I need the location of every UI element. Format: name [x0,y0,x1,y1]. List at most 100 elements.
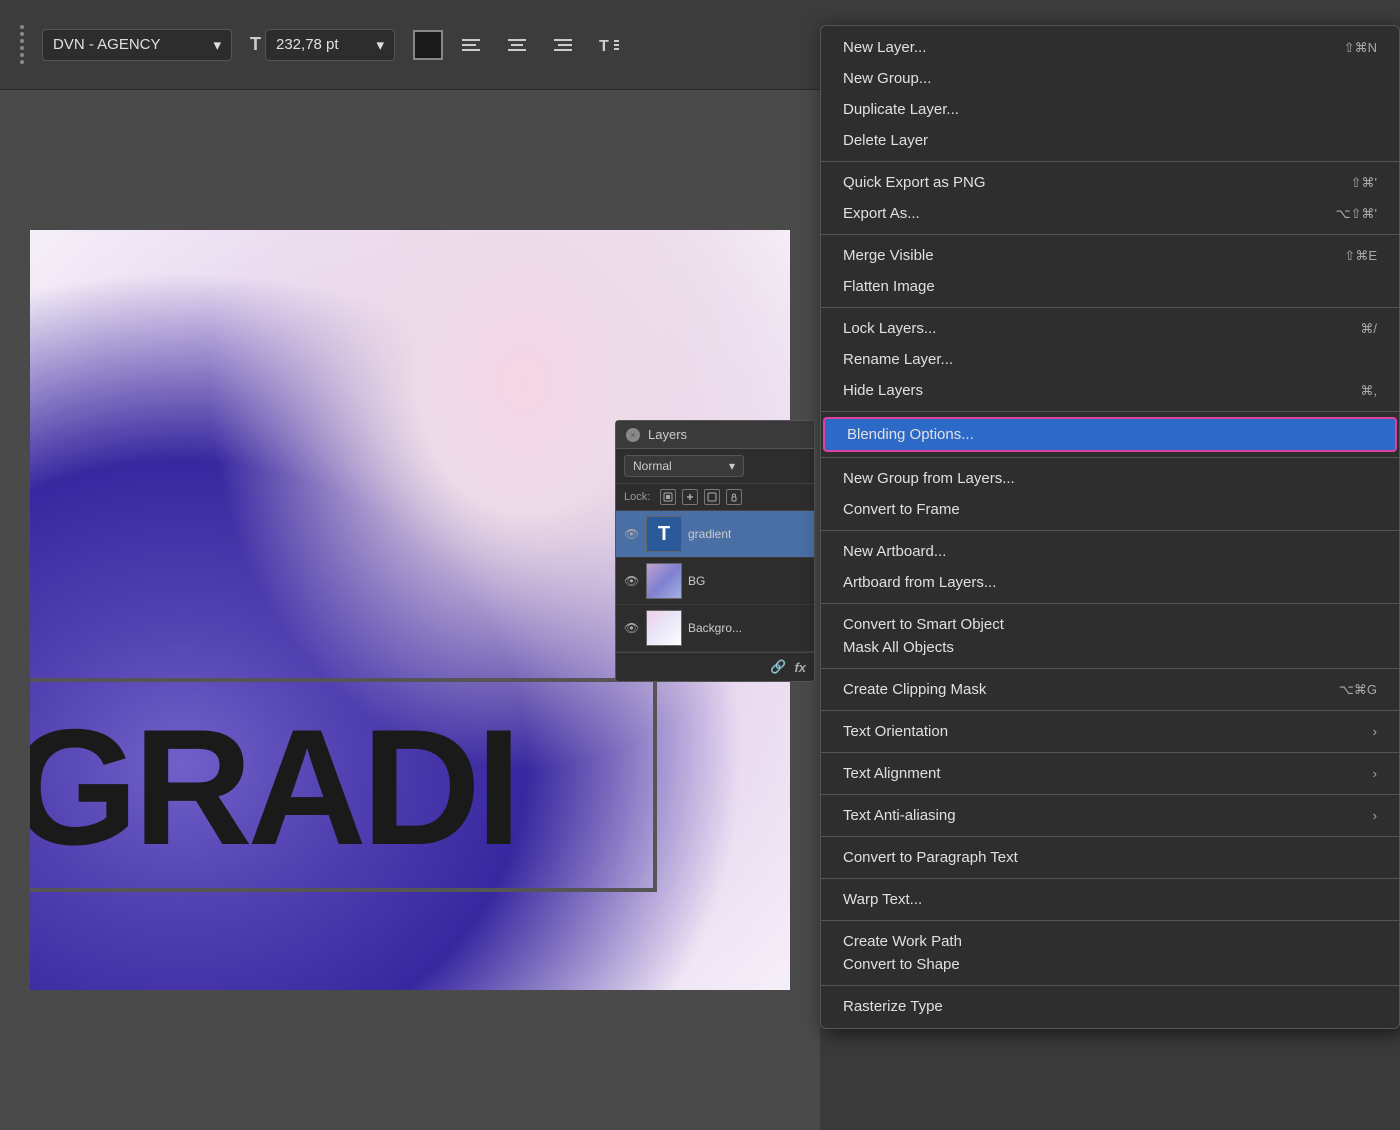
menu-item-merge-visible[interactable]: Merge Visible ⇧⌘E [821,240,1399,271]
link-icon[interactable]: 🔗 [770,659,786,675]
layer-item-gradient[interactable]: 👁 T gradient [616,511,814,558]
blend-mode-arrow: ▾ [729,459,735,473]
lock-all-button[interactable] [726,489,742,505]
type-settings-button[interactable]: T [591,27,627,63]
layer-visibility-background[interactable]: 👁 [624,621,640,635]
align-center-button[interactable] [499,27,535,63]
menu-arrow-text-orientation: › [1373,724,1377,739]
svg-text:T: T [599,38,609,55]
menu-shortcut-merge-visible: ⇧⌘E [1344,248,1377,264]
panel-close-button[interactable]: × [626,428,640,442]
menu-label-new-group: New Group... [843,70,931,87]
menu-label-blending-options: Blending Options... [847,426,974,443]
menu-label-convert-paragraph-text: Convert to Paragraph Text [843,849,1018,866]
menu-item-convert-to-shape[interactable]: Convert to Shape [821,953,1399,980]
menu-item-new-layer[interactable]: New Layer... ⇧⌘N [821,32,1399,63]
menu-item-hide-layers[interactable]: Hide Layers ⌘, [821,375,1399,406]
separator-1 [821,161,1399,162]
menu-item-lock-layers[interactable]: Lock Layers... ⌘/ [821,313,1399,344]
menu-item-warp-text[interactable]: Warp Text... [821,884,1399,915]
layers-panel-title: Layers [648,427,687,442]
layer-thumbnail-gradient: T [646,516,682,552]
canvas-text-wrapper: GRADI [30,705,790,870]
menu-item-convert-smart-object[interactable]: Convert to Smart Object [821,609,1399,636]
toolbar-grip [20,25,24,64]
menu-label-artboard-from-layers: Artboard from Layers... [843,574,996,591]
menu-item-new-group-from-layers[interactable]: New Group from Layers... [821,463,1399,494]
menu-item-quick-export[interactable]: Quick Export as PNG ⇧⌘' [821,167,1399,198]
separator-12 [821,836,1399,837]
menu-label-text-orientation: Text Orientation [843,723,948,740]
menu-item-rename-layer[interactable]: Rename Layer... [821,344,1399,375]
menu-item-convert-paragraph-text[interactable]: Convert to Paragraph Text [821,842,1399,873]
align-left-button[interactable] [453,27,489,63]
font-name-label: DVN - AGENCY [53,36,161,53]
separator-11 [821,794,1399,795]
menu-label-text-alignment: Text Alignment [843,765,941,782]
separator-14 [821,920,1399,921]
layers-bottom-row: 🔗 fx [616,652,814,681]
menu-label-new-artboard: New Artboard... [843,543,946,560]
separator-5 [821,457,1399,458]
menu-shortcut-clipping-mask: ⌥⌘G [1339,682,1377,698]
layer-visibility-gradient[interactable]: 👁 [624,527,640,541]
layer-item-bg[interactable]: 👁 BG [616,558,814,605]
separator-15 [821,985,1399,986]
context-menu: New Layer... ⇧⌘N New Group... Duplicate … [820,25,1400,1029]
layer-thumbnail-background [646,610,682,646]
menu-item-delete-layer[interactable]: Delete Layer [821,125,1399,156]
separator-8 [821,668,1399,669]
layer-thumb-bg2-preview [647,611,681,645]
separator-4 [821,411,1399,412]
font-select-arrow: ▾ [213,36,221,54]
menu-item-mask-all-objects[interactable]: Mask All Objects [821,636,1399,663]
menu-item-create-work-path[interactable]: Create Work Path [821,926,1399,953]
layer-name-background: Backgro... [688,621,742,635]
menu-arrow-text-antialiasing: › [1373,808,1377,823]
menu-item-text-orientation[interactable]: Text Orientation › [821,716,1399,747]
menu-item-text-alignment[interactable]: Text Alignment › [821,758,1399,789]
lock-transform-button[interactable] [704,489,720,505]
menu-item-duplicate-layer[interactable]: Duplicate Layer... [821,94,1399,125]
menu-shortcut-hide-layers: ⌘, [1360,383,1377,399]
menu-item-flatten-image[interactable]: Flatten Image [821,271,1399,302]
canvas-text: GRADI [30,705,790,870]
blend-mode-label: Normal [633,459,672,473]
menu-item-export-as[interactable]: Export As... ⌥⇧⌘' [821,198,1399,229]
menu-item-create-clipping-mask[interactable]: Create Clipping Mask ⌥⌘G [821,674,1399,705]
layer-item-background[interactable]: 👁 Backgro... [616,605,814,652]
menu-item-new-artboard[interactable]: New Artboard... [821,536,1399,567]
layer-name-gradient: gradient [688,527,731,541]
align-right-button[interactable] [545,27,581,63]
menu-label-rename-layer: Rename Layer... [843,351,953,368]
menu-item-blending-options[interactable]: Blending Options... [823,417,1397,452]
font-size-select[interactable]: 232,78 pt ▾ [265,29,395,61]
blend-mode-row: Normal ▾ [616,449,814,484]
layers-panel-header: × Layers [616,421,814,449]
font-size-arrow: ▾ [376,36,384,54]
menu-label-warp-text: Warp Text... [843,891,922,908]
font-size-label: 232,78 pt [276,36,339,53]
font-name-select[interactable]: DVN - AGENCY ▾ [42,29,232,61]
menu-item-new-group[interactable]: New Group... [821,63,1399,94]
menu-item-convert-to-frame[interactable]: Convert to Frame [821,494,1399,525]
menu-item-text-antialiasing[interactable]: Text Anti-aliasing › [821,800,1399,831]
menu-label-create-clipping-mask: Create Clipping Mask [843,681,986,698]
menu-label-rasterize-type: Rasterize Type [843,998,943,1015]
layer-thumb-t-icon: T [647,517,681,551]
lock-pixels-button[interactable] [660,489,676,505]
separator-2 [821,234,1399,235]
layer-visibility-bg[interactable]: 👁 [624,574,640,588]
menu-label-flatten-image: Flatten Image [843,278,935,295]
color-swatch[interactable] [413,30,443,60]
menu-shortcut-quick-export: ⇧⌘' [1351,175,1377,191]
menu-label-lock-layers: Lock Layers... [843,320,936,337]
lock-position-button[interactable] [682,489,698,505]
separator-13 [821,878,1399,879]
layer-thumbnail-bg [646,563,682,599]
fx-icon[interactable]: fx [794,660,806,675]
blend-mode-select[interactable]: Normal ▾ [624,455,744,477]
menu-item-artboard-from-layers[interactable]: Artboard from Layers... [821,567,1399,598]
layer-thumb-bg-preview [647,564,681,598]
menu-item-rasterize-type[interactable]: Rasterize Type [821,991,1399,1022]
